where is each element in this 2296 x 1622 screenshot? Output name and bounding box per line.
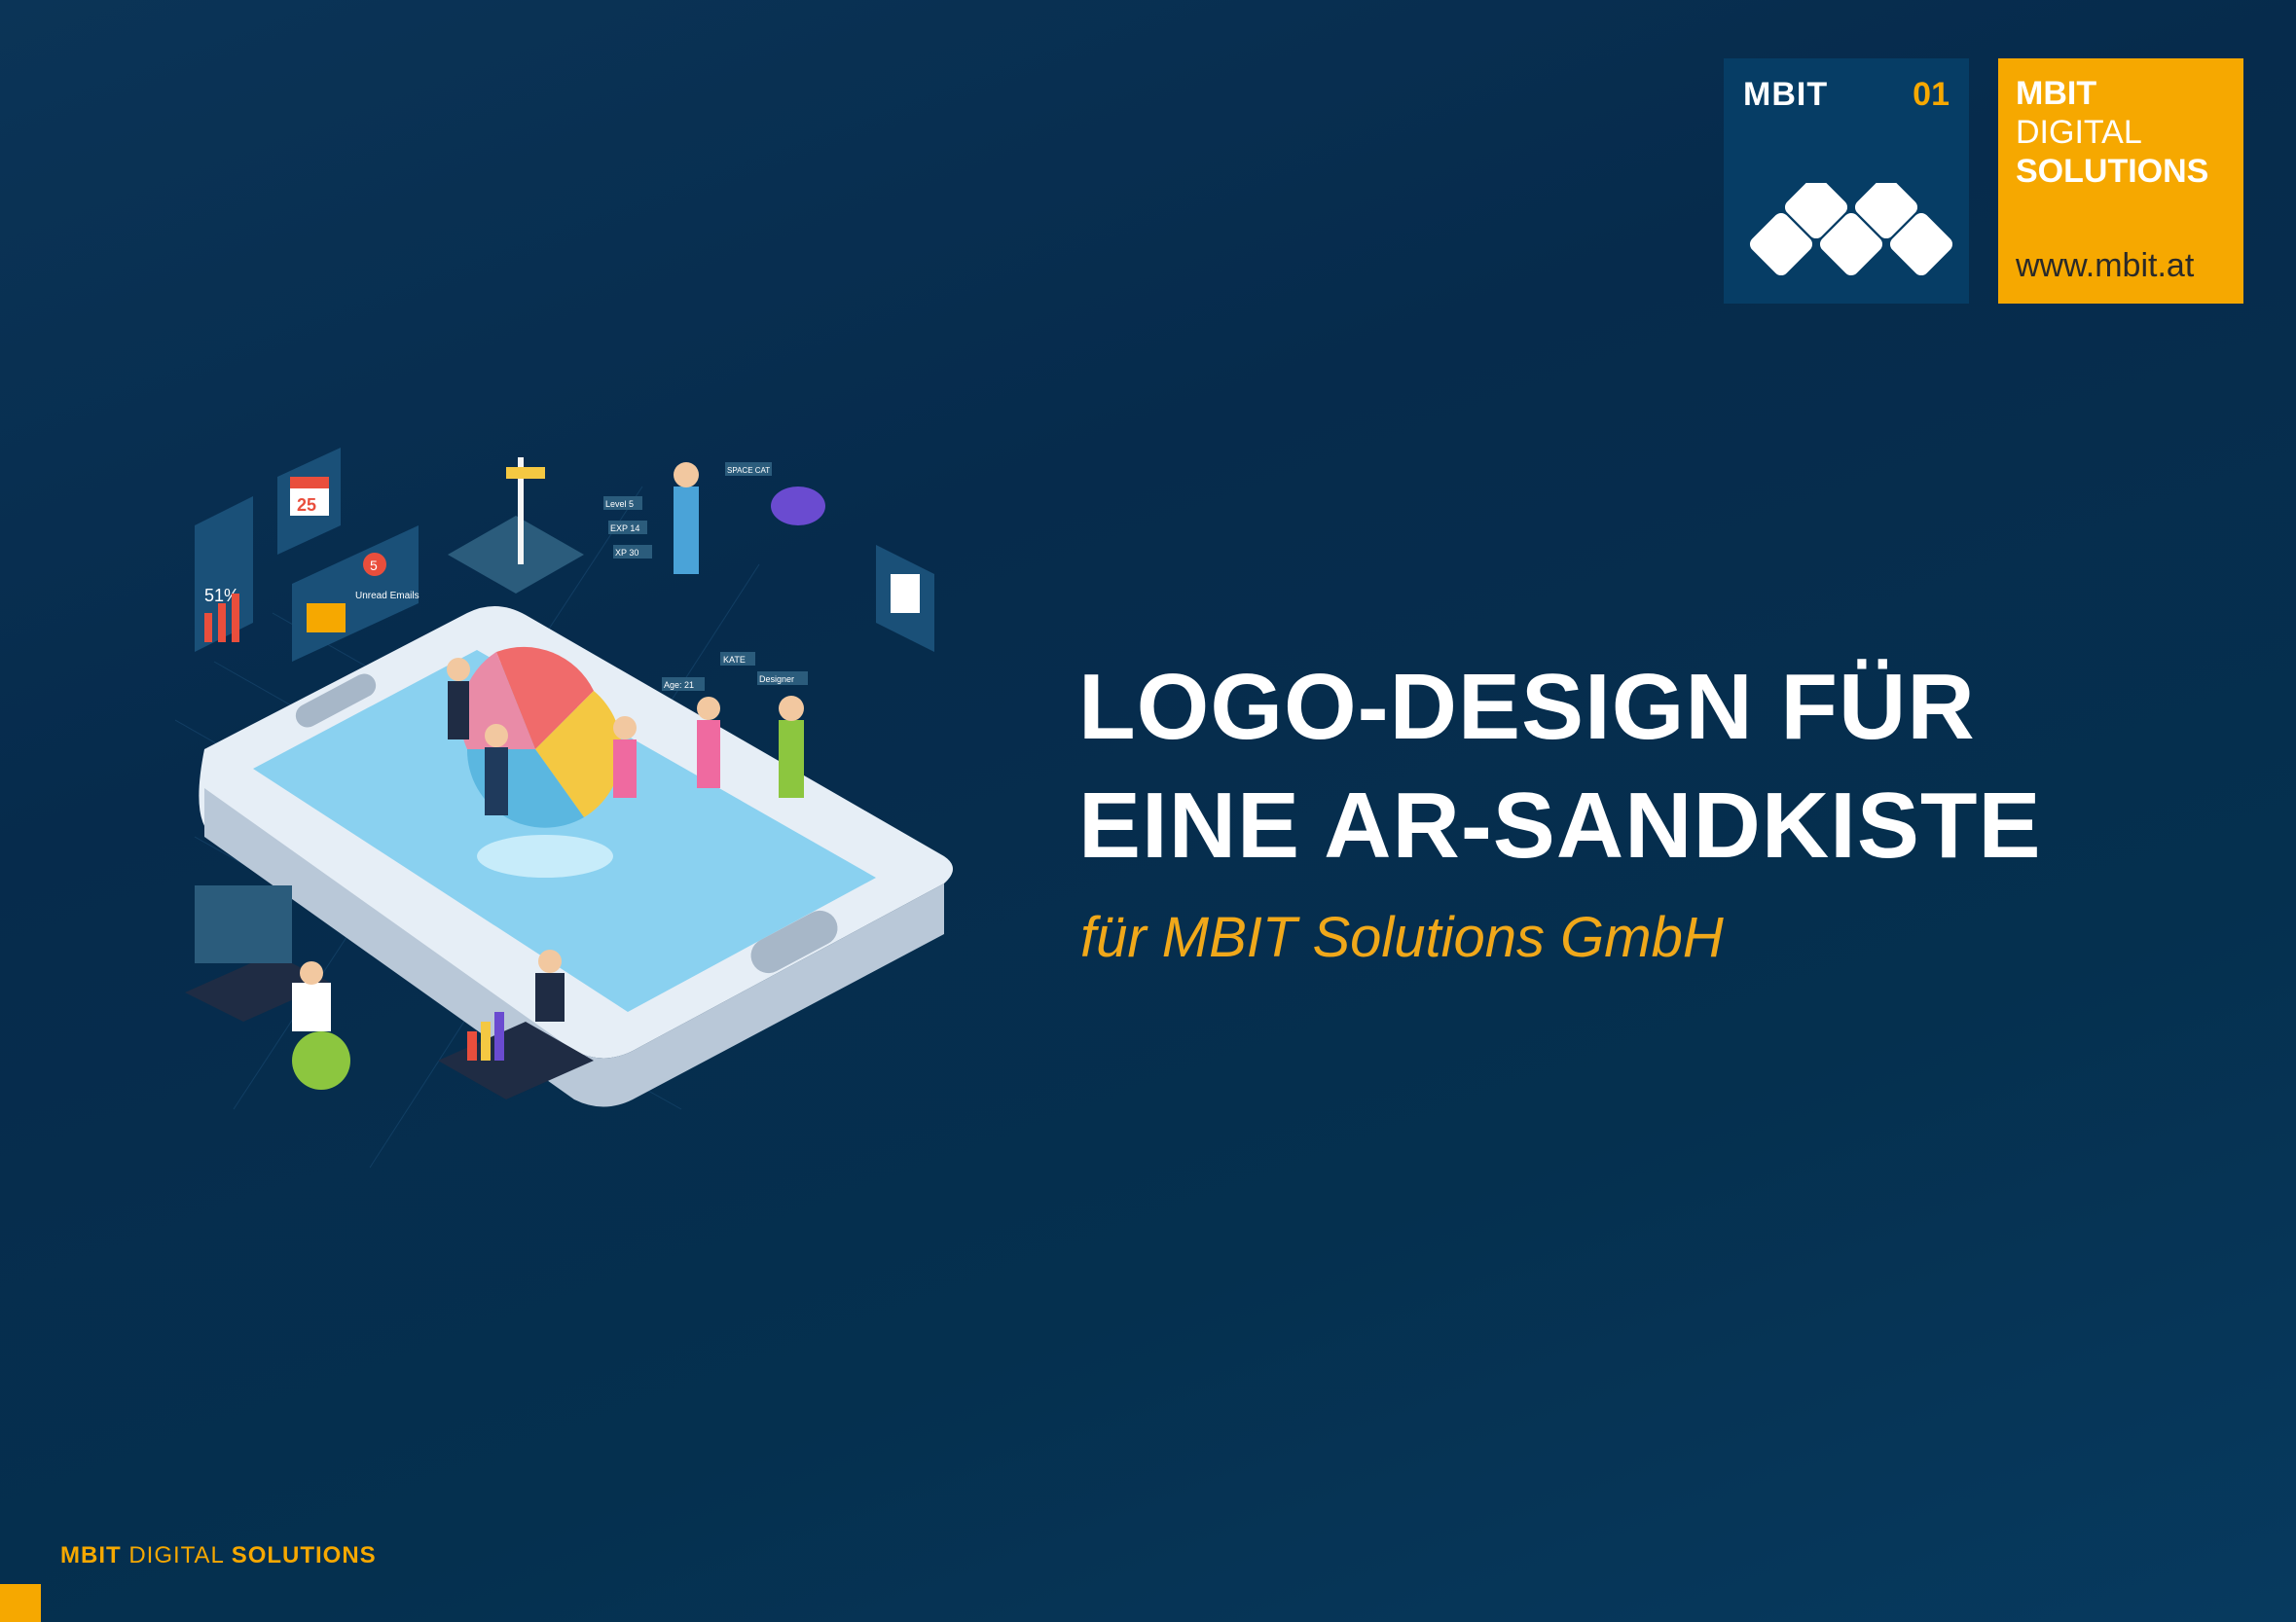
logo-orange-line2: DIGITAL — [2016, 114, 2142, 151]
space-cat-label: SPACE CAT — [727, 466, 770, 475]
logo-mbit-digital-solutions: MBIT DIGITAL SOLUTIONS www.mbit.at — [1998, 58, 2243, 304]
level-tag-1: EXP 14 — [610, 523, 639, 533]
unread-label: Unread Emails — [355, 591, 419, 601]
calendar-day: 25 — [297, 495, 316, 515]
title-line-2: EINE AR-SANDKISTE — [1078, 774, 2042, 878]
website-url: www.mbit.at — [2016, 247, 2195, 284]
space-cat-icon: SPACE CAT — [725, 462, 825, 525]
footer-part2: DIGITAL — [128, 1542, 225, 1568]
level-tag-2: XP 30 — [615, 548, 638, 558]
level-tag-0: Level 5 — [605, 499, 634, 509]
logo-orange-line3: SOLUTIONS — [2016, 153, 2209, 190]
footer-accent-square — [0, 1584, 41, 1622]
profile-tags-icon: KATE Age: 21 Designer — [662, 652, 808, 691]
calendar-icon: 25 — [277, 448, 341, 555]
footer-part1: MBIT — [60, 1542, 122, 1568]
map-signpost-icon — [448, 457, 584, 594]
unread-count: 5 — [370, 558, 378, 573]
stats-card-icon: 51% — [195, 496, 253, 652]
email-card-icon: 5 Unread Emails — [292, 525, 419, 662]
logo-orange-line1: MBIT — [2016, 75, 2097, 112]
page-title: LOGO-DESIGN FÜR EINE AR-SANDKISTE — [1078, 648, 2042, 885]
profile-tag-2: Designer — [759, 674, 794, 684]
logo-mbit-blue: MBIT 01 — [1724, 58, 1969, 304]
profile-tag-1: Age: 21 — [664, 680, 694, 690]
subtitle: für MBIT Solutions GmbH — [1080, 906, 1724, 969]
document-card-icon — [876, 545, 934, 652]
diamond-logo-icon — [1749, 183, 1953, 276]
logo-number: 01 — [1913, 76, 1950, 113]
level-tags-icon: Level 5 EXP 14 XP 30 — [603, 496, 652, 559]
title-line-1: LOGO-DESIGN FÜR — [1078, 655, 1976, 759]
ar-sandbox-illustration: 51% 25 5 Unread Emails Level 5 EXP 14 XP… — [175, 448, 953, 1169]
profile-tag-0: KATE — [723, 655, 746, 665]
logo-brand: MBIT — [1743, 76, 1829, 113]
footer-brand: MBIT DIGITAL SOLUTIONS — [60, 1542, 377, 1569]
footer-part3: SOLUTIONS — [231, 1542, 377, 1568]
